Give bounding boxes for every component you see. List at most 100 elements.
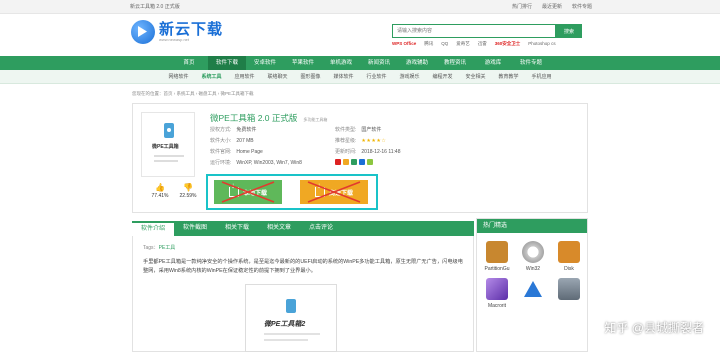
app-item[interactable] — [552, 278, 586, 309]
app-item[interactable]: PartitionGu — [480, 241, 514, 272]
vote-up-percent: 77.41% — [151, 193, 169, 199]
app-item[interactable]: Disk — [552, 241, 586, 272]
tag-link[interactable]: PE工具 — [159, 245, 176, 251]
subnav-item[interactable]: 联络聊天 — [261, 70, 294, 83]
product-title: 微PE工具箱 2.0 正式版 多功能工具箱 — [210, 112, 327, 124]
top-link-topics[interactable]: 软件专题 — [572, 3, 592, 10]
subnav-item[interactable]: 游戏娱乐 — [393, 70, 426, 83]
nav-item-android[interactable]: 安卓软件 — [246, 56, 284, 70]
nav-item-tutorials[interactable]: 教程资讯 — [436, 56, 474, 70]
article-description: 手里都PE工具箱是一款纯净安全的个操作系统，是至是迄今最新的的UEFI启动的系统… — [143, 259, 463, 274]
local-download-button[interactable]: 本地下载 — [214, 180, 282, 204]
breadcrumb: 您现在的位置：首页 › 系统工具 › 磁盘工具 › 微PE工具箱下载 — [132, 91, 254, 96]
screenshot-line — [264, 333, 320, 335]
subnav-item[interactable]: 手机应用 — [525, 70, 558, 83]
hot-word[interactable]: 迅雷 — [478, 41, 487, 47]
download-icon — [314, 181, 325, 197]
tab-related-downloads[interactable]: 相关下载 — [216, 221, 258, 236]
hot-word[interactable]: Photoshop cs — [528, 41, 555, 47]
brand-name: 新云下载 — [159, 21, 224, 38]
article-body: Tags：PE工具 手里都PE工具箱是一款纯净安全的个操作系统，是至是迄今最新的… — [132, 236, 474, 352]
app-item[interactable] — [516, 278, 550, 309]
macrorit-icon — [486, 278, 508, 300]
subnav-item-active[interactable]: 系统工具 — [195, 70, 228, 83]
partition-guru-icon — [486, 241, 508, 263]
security-badges — [335, 159, 373, 165]
top-link-recent[interactable]: 最近更新 — [542, 3, 562, 10]
tab-intro[interactable]: 软件介绍 — [132, 221, 174, 236]
nav-item-games[interactable]: 单机游戏 — [322, 56, 360, 70]
tab-related-articles[interactable]: 相关文章 — [258, 221, 300, 236]
site-logo[interactable]: 新云下载 www.newasp.net — [131, 20, 223, 44]
hot-word[interactable]: QQ — [441, 41, 448, 47]
info-size: 软件大小: 207 MB — [210, 137, 335, 144]
screenshot-preview[interactable]: 微PE工具箱2 — [245, 284, 337, 352]
info-value: 207 MB — [236, 138, 254, 144]
subnav-item[interactable]: 网络软件 — [162, 70, 195, 83]
thumbnail-line — [154, 155, 184, 157]
app-name: Macrorit — [487, 303, 507, 309]
screenshot-line — [264, 339, 308, 341]
info-key: 软件官网: — [210, 149, 232, 155]
product-title-text: 微PE工具箱 2.0 正式版 — [210, 113, 298, 123]
info-key: 授权方式: — [210, 127, 232, 133]
info-license: 授权方式: 免费软件 — [210, 126, 335, 133]
hot-word[interactable]: 爱奇艺 — [456, 41, 470, 47]
hot-word[interactable]: 腾讯 — [424, 41, 433, 47]
vote-up[interactable]: 👍 77.41% — [147, 183, 173, 199]
subnav-item[interactable]: 行业软件 — [360, 70, 393, 83]
info-value: 国产软件 — [361, 127, 382, 133]
nav-item-game-assist[interactable]: 游戏辅助 — [398, 56, 436, 70]
fast-download-label: 高速下载 — [328, 190, 353, 197]
info-key: 软件类型: — [335, 127, 357, 133]
app-item[interactable]: Win32 — [516, 241, 550, 272]
thumbs-down-icon: 👎 — [183, 183, 193, 192]
info-type: 软件类型: 国产软件 — [335, 126, 460, 133]
vote-down-percent: 22.59% — [179, 193, 197, 199]
content-tabs: 软件介绍 软件截图 相关下载 相关文章 点击评论 — [132, 221, 474, 236]
info-homepage: 软件官网: Home Page — [210, 148, 335, 155]
usb-drive-icon — [286, 299, 296, 313]
search-button[interactable]: 搜索 — [556, 24, 582, 38]
top-link-hot[interactable]: 热门排行 — [512, 3, 532, 10]
nav-item-software[interactable]: 软件下载 — [208, 56, 246, 70]
subnav-item[interactable]: 图形图像 — [294, 70, 327, 83]
subnav-item[interactable]: 编程开发 — [426, 70, 459, 83]
triangle-app-icon — [522, 278, 544, 300]
info-value: 免费软件 — [236, 127, 257, 133]
hot-picks-sidebar: 热门精选 PartitionGu Win32 Disk Macrorit — [476, 218, 588, 352]
subnav-item[interactable]: 教育教学 — [492, 70, 525, 83]
tab-screenshots[interactable]: 软件截图 — [174, 221, 216, 236]
product-thumbnail: 微PE工具箱 — [141, 112, 195, 177]
vote-down[interactable]: 👎 22.59% — [175, 183, 201, 199]
main-nav: 首页 软件下载 安卓软件 苹果软件 单机游戏 新闻资讯 游戏辅助 教程资讯 游戏… — [0, 56, 720, 70]
nav-item-apple[interactable]: 苹果软件 — [284, 56, 322, 70]
homepage-link[interactable]: Home Page — [236, 149, 262, 155]
info-key: 运行环境: — [210, 160, 232, 166]
screenshot-title: 微PE工具箱2 — [264, 321, 306, 328]
info-key: 更新时间: — [335, 149, 357, 155]
app-name: PartitionGu — [484, 266, 510, 272]
subnav-item[interactable]: 应用软件 — [228, 70, 261, 83]
subnav-item[interactable]: 安全相关 — [459, 70, 492, 83]
search-input[interactable] — [392, 24, 556, 38]
nav-item-game-library[interactable]: 游戏库 — [474, 56, 512, 70]
tags-row: Tags：PE工具 — [143, 244, 463, 251]
app-item[interactable]: Macrorit — [480, 278, 514, 309]
nav-item-home[interactable]: 首页 — [170, 56, 208, 70]
drive-icon — [558, 278, 580, 300]
disc-icon — [522, 241, 544, 263]
hot-keywords: WPS Office 腾讯 QQ 爱奇艺 迅雷 360安全卫士 Photosho… — [392, 41, 556, 47]
hot-word[interactable]: WPS Office — [392, 41, 416, 47]
top-links: 热门排行 最近更新 软件专题 — [512, 3, 592, 10]
fast-download-button[interactable]: 高速下载 — [300, 180, 368, 204]
subnav-item[interactable]: 媒体软件 — [327, 70, 360, 83]
info-security — [335, 159, 460, 166]
tab-comments[interactable]: 点击评论 — [300, 221, 342, 236]
tags-label: Tags： — [143, 245, 159, 251]
nav-item-topics[interactable]: 软件专题 — [512, 56, 550, 70]
thumbnail-line — [154, 160, 178, 162]
hot-word[interactable]: 360安全卫士 — [495, 41, 521, 47]
product-card: 微PE工具箱 👍 77.41% 👎 22.59% 微PE工具箱 2.0 正式版多… — [132, 103, 588, 213]
nav-item-news[interactable]: 新闻资讯 — [360, 56, 398, 70]
